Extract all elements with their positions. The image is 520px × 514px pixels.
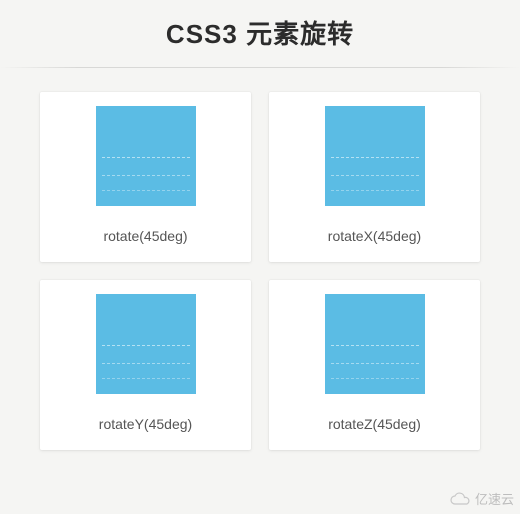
demo-caption: rotateX(45deg) bbox=[328, 228, 421, 244]
demo-card-rotate: rotate(45deg) bbox=[40, 92, 251, 262]
page-title: CSS3 元素旋转 bbox=[0, 14, 520, 51]
watermark-text: 亿速云 bbox=[475, 489, 514, 508]
demo-card-rotatex: rotateX(45deg) bbox=[269, 92, 480, 262]
watermark: 亿速云 bbox=[449, 489, 514, 508]
title-bar: CSS3 元素旋转 bbox=[0, 0, 520, 68]
demo-caption: rotateZ(45deg) bbox=[328, 416, 421, 432]
demo-card-rotatey: rotateY(45deg) bbox=[40, 280, 251, 450]
cloud-icon bbox=[449, 492, 471, 506]
demo-caption: rotateY(45deg) bbox=[99, 416, 192, 432]
demo-box bbox=[96, 106, 196, 206]
demo-caption: rotate(45deg) bbox=[103, 228, 187, 244]
demo-card-rotatez: rotateZ(45deg) bbox=[269, 280, 480, 450]
demo-box bbox=[325, 294, 425, 394]
demo-box bbox=[96, 294, 196, 394]
demo-box bbox=[325, 106, 425, 206]
demo-grid: rotate(45deg) rotateX(45deg) rotateY(45d… bbox=[0, 68, 520, 470]
